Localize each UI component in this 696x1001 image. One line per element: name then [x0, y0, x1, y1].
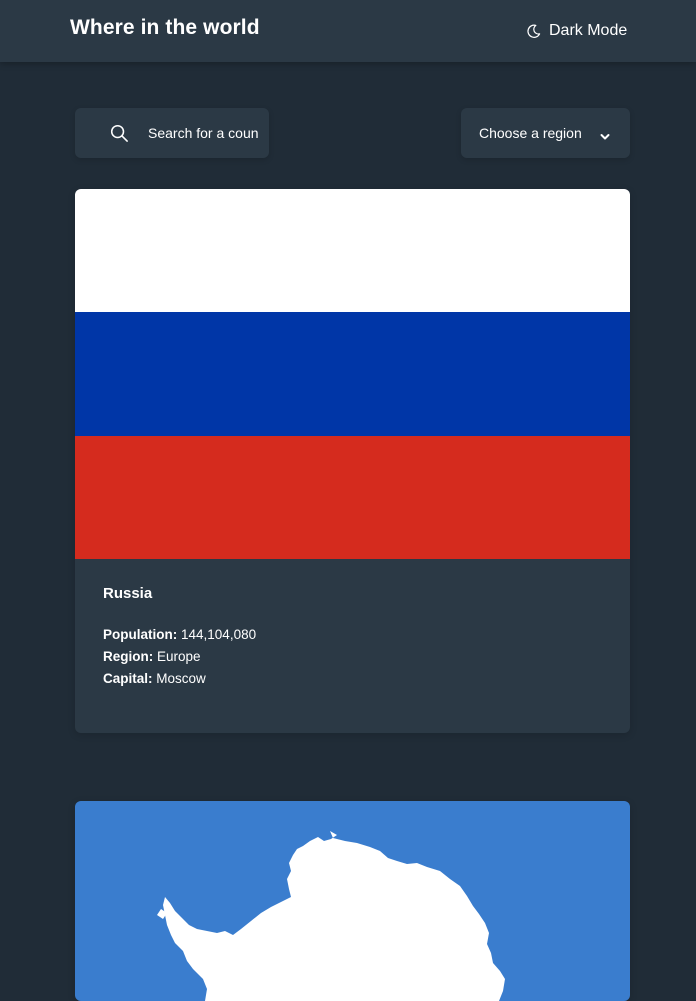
capital-label: Capital: [103, 671, 153, 686]
capital-value: Moscow [156, 671, 206, 686]
chevron-down-icon [600, 128, 610, 146]
flag-image [75, 801, 630, 1001]
flag-image [75, 189, 630, 559]
flag-stripe-blue [75, 312, 630, 436]
dark-mode-toggle[interactable]: Dark Mode [526, 20, 627, 42]
moon-icon [526, 24, 541, 39]
search-icon [110, 124, 129, 148]
country-card-antarctica[interactable] [75, 801, 630, 1001]
region-label: Region: [103, 649, 154, 664]
search-input[interactable] [148, 108, 258, 158]
site-header: Where in the world Dark Mode [0, 0, 696, 62]
flag-stripe-white [75, 189, 630, 313]
region-row: Region: Europe [103, 646, 256, 668]
population-value: 144,104,080 [181, 627, 257, 642]
population-label: Population: [103, 627, 178, 642]
card-details: Russia Population: 144,104,080 Region: E… [103, 585, 256, 690]
dark-mode-label: Dark Mode [549, 22, 628, 39]
flag-stripe-red [75, 435, 630, 559]
region-filter-label: Choose a region [479, 125, 582, 141]
capital-row: Capital: Moscow [103, 668, 256, 690]
region-value: Europe [157, 649, 201, 664]
country-name: Russia [103, 585, 153, 602]
country-card-russia[interactable]: Russia Population: 144,104,080 Region: E… [75, 189, 630, 733]
antarctica-map-shape [157, 831, 505, 1001]
app-title: Where in the world [70, 16, 260, 39]
search-box [75, 108, 269, 158]
population-row: Population: 144,104,080 [103, 624, 256, 646]
region-filter-dropdown[interactable]: Choose a region [461, 108, 630, 158]
